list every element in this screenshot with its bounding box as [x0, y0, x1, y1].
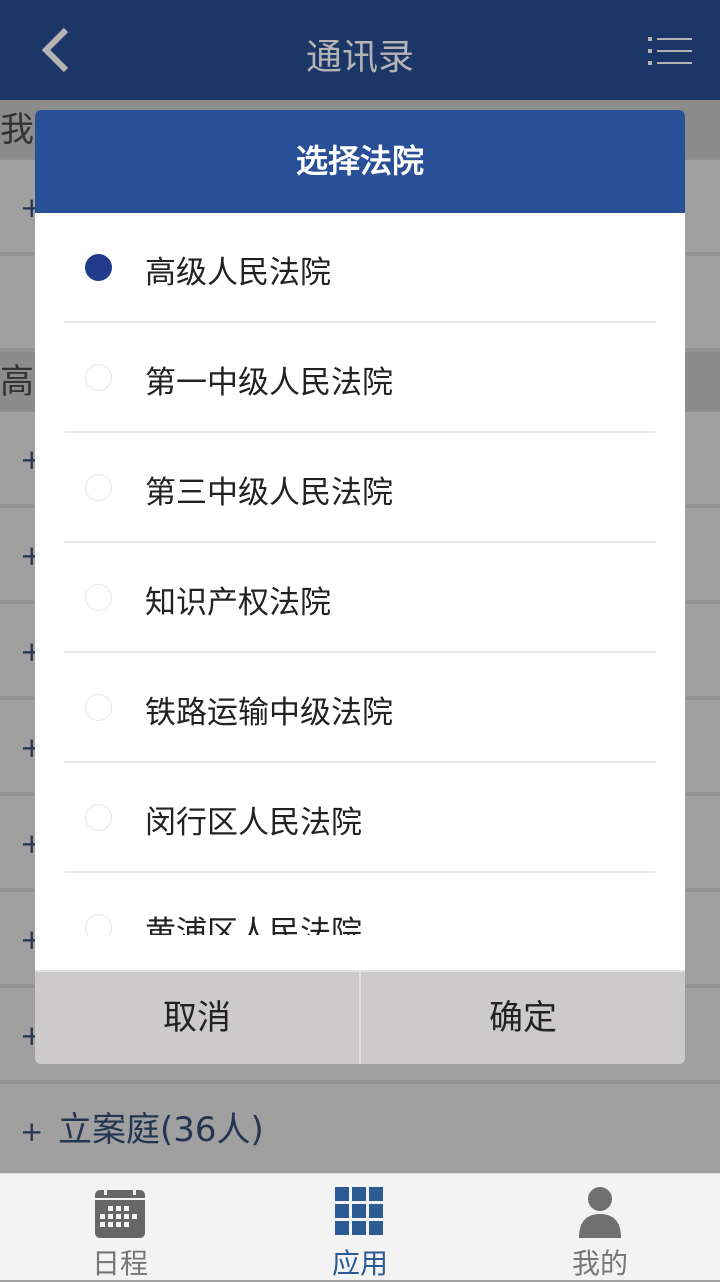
tab-schedule[interactable]: 日程 — [0, 1174, 240, 1281]
list-menu-icon[interactable] — [648, 36, 692, 66]
court-option-label: 铁路运输中级法院 — [145, 695, 393, 731]
page-title: 通讯录 — [305, 37, 414, 78]
radio-selected-icon[interactable] — [85, 254, 112, 281]
tab-label: 应用 — [331, 1247, 388, 1280]
court-option-label: 闵行区人民法院 — [145, 805, 362, 841]
radio-icon[interactable] — [85, 914, 112, 935]
bottom-tab-bar: 日程 应用 我的 — [0, 1173, 720, 1280]
person-icon — [579, 1187, 621, 1238]
dialog-title: 选择法院 — [35, 110, 685, 213]
radio-icon[interactable] — [85, 694, 112, 721]
tab-label: 日程 — [91, 1247, 148, 1280]
court-option[interactable]: 黄浦区人民法院 — [65, 873, 655, 935]
court-option[interactable]: 铁路运输中级法院 — [65, 653, 655, 763]
court-option[interactable]: 高级人民法院 — [65, 213, 655, 323]
clipped-option-wrapper: 黄浦区人民法院 — [35, 873, 685, 935]
court-option-label: 知识产权法院 — [145, 585, 331, 621]
calendar-icon — [95, 1186, 145, 1238]
list-item[interactable]: + 立案庭(36人) — [0, 1084, 720, 1180]
radio-icon[interactable] — [85, 364, 112, 391]
top-bar: 通讯录 — [0, 0, 720, 100]
tab-label: 我的 — [571, 1247, 628, 1280]
tab-mine[interactable]: 我的 — [480, 1174, 720, 1281]
cancel-button[interactable]: 取消 — [35, 972, 359, 1064]
radio-icon[interactable] — [85, 584, 112, 611]
list-item-label: 立案庭(36人) — [58, 1110, 264, 1150]
dialog-footer: 取消 确定 — [35, 970, 685, 1064]
court-option-label: 第一中级人民法院 — [145, 365, 393, 401]
court-option[interactable]: 第三中级人民法院 — [65, 433, 655, 543]
court-option-label: 黄浦区人民法院 — [145, 915, 362, 935]
court-option[interactable]: 知识产权法院 — [65, 543, 655, 653]
confirm-button[interactable]: 确定 — [359, 972, 685, 1064]
court-option[interactable]: 第一中级人民法院 — [65, 323, 655, 433]
court-option-label: 高级人民法院 — [145, 255, 331, 291]
grid-icon — [335, 1187, 383, 1235]
court-option[interactable]: 闵行区人民法院 — [65, 763, 655, 873]
tab-apps[interactable]: 应用 — [240, 1174, 480, 1281]
expand-icon: + — [20, 1115, 44, 1148]
court-option-label: 第三中级人民法院 — [145, 475, 393, 511]
select-court-dialog: 选择法院 高级人民法院 第一中级人民法院 第三中级人民法院 知识产权法院 铁路运… — [35, 110, 685, 1064]
radio-icon[interactable] — [85, 474, 112, 501]
court-options-list[interactable]: 高级人民法院 第一中级人民法院 第三中级人民法院 知识产权法院 铁路运输中级法院… — [35, 213, 685, 970]
radio-icon[interactable] — [85, 804, 112, 831]
